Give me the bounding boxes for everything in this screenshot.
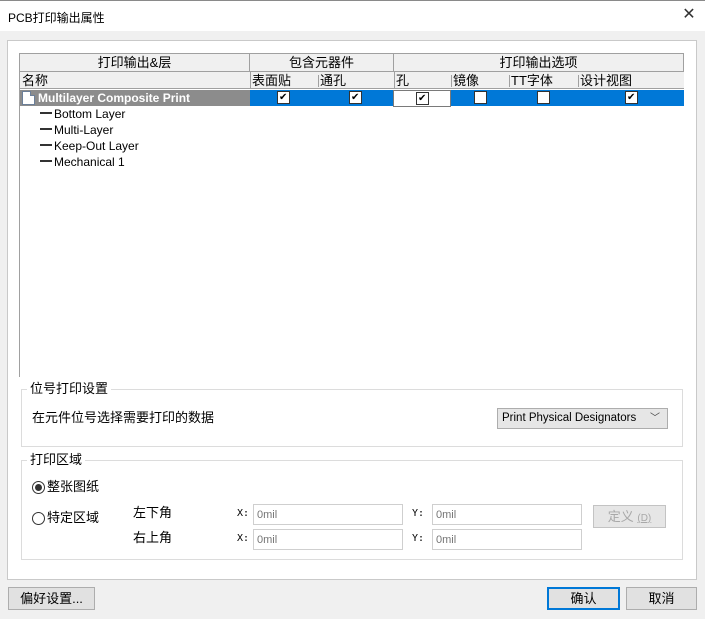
content-panel: 打印输出&层 包含元器件 打印输出选项 名称 表面贴 通孔 孔 镜像 TT字体 … [7, 40, 697, 580]
layer-item[interactable]: Mechanical 1 [40, 154, 125, 170]
through-hole-checkbox[interactable] [349, 91, 362, 104]
lower-left-x-input[interactable] [253, 504, 403, 525]
group-header-components: 包含元器件 [250, 54, 394, 71]
group-header-options: 打印输出选项 [394, 54, 684, 71]
dialog-client: 打印输出&层 包含元器件 打印输出选项 名称 表面贴 通孔 孔 镜像 TT字体 … [0, 31, 705, 619]
lower-left-y-input[interactable] [432, 504, 582, 525]
design-view-checkbox[interactable] [625, 91, 638, 104]
grid-column-header: 名称 表面贴 通孔 孔 镜像 TT字体 设计视图 [20, 72, 684, 89]
mirror-checkbox[interactable] [474, 91, 487, 104]
upper-right-x-input[interactable] [253, 529, 403, 550]
chevron-down-icon: ﹀ [650, 413, 660, 424]
define-button-label: 定义 [607, 509, 634, 524]
grid-group-header: 打印输出&层 包含元器件 打印输出选项 [20, 54, 684, 72]
layer-dash-icon [40, 127, 52, 130]
layer-name: Keep-Out Layer [54, 139, 139, 153]
upper-right-y-input[interactable] [432, 529, 582, 550]
printout-name-cell[interactable]: Multilayer Composite Print [20, 90, 250, 106]
specific-area-label[interactable]: 特定区域 [47, 509, 99, 527]
upper-right-y-label: Y: [412, 533, 425, 544]
layer-item[interactable]: Bottom Layer [40, 106, 125, 122]
define-button-accelerator: (D) [637, 513, 652, 524]
cancel-button[interactable]: 取消 [626, 587, 697, 610]
preferences-button[interactable]: 偏好设置... [8, 587, 95, 610]
col-header-name[interactable]: 名称 [20, 72, 48, 88]
printout-name: Multilayer Composite Print [38, 91, 191, 105]
col-header-through-hole[interactable]: 通孔 [318, 72, 346, 88]
layer-name: Multi-Layer [54, 123, 114, 137]
designator-legend: 位号打印设置 [27, 380, 112, 398]
layer-dash-icon [40, 111, 52, 114]
layer-dash-icon [40, 143, 52, 146]
col-header-tt-font[interactable]: TT字体 [509, 72, 553, 88]
define-button[interactable]: 定义 (D) [593, 505, 666, 528]
tt-font-checkbox[interactable] [537, 91, 550, 104]
upper-right-x-label: X: [237, 533, 250, 544]
col-header-smd[interactable]: 表面贴 [250, 72, 291, 88]
designator-select[interactable]: Print Physical Designators ﹀ [497, 408, 668, 429]
close-icon[interactable]: ✕ [681, 6, 697, 24]
lower-left-label: 左下角 [133, 505, 173, 520]
upper-right-label: 右上角 [133, 530, 173, 545]
window-title: PCB打印输出属性 [8, 11, 105, 25]
document-icon [22, 91, 35, 105]
specific-area-radio[interactable] [32, 512, 45, 525]
col-header-design-view[interactable]: 设计视图 [578, 72, 632, 88]
layer-item[interactable]: Keep-Out Layer [40, 138, 139, 154]
designator-label: 在元件位号选择需要打印的数据 [32, 410, 215, 425]
smd-checkbox[interactable] [277, 91, 290, 104]
ok-button[interactable]: 确认 [547, 587, 620, 610]
lower-left-x-label: X: [237, 508, 250, 519]
lower-left-y-label: Y: [412, 508, 425, 519]
print-area-group: 打印区域 整张图纸 特定区域 左下角 X: Y: 右上角 X: Y: 定义 (D… [21, 451, 683, 560]
whole-sheet-label[interactable]: 整张图纸 [47, 478, 99, 496]
title-bar: PCB打印输出属性 ✕ [0, 0, 705, 31]
print-area-legend: 打印区域 [27, 451, 86, 469]
designator-settings-group: 位号打印设置 在元件位号选择需要打印的数据 Print Physical Des… [21, 380, 683, 447]
layer-name: Bottom Layer [54, 107, 126, 121]
whole-sheet-radio[interactable] [32, 481, 45, 494]
designator-select-value: Print Physical Designators [502, 412, 637, 424]
layer-name: Mechanical 1 [54, 155, 125, 169]
holes-checkbox[interactable] [416, 92, 429, 105]
col-header-mirror[interactable]: 镜像 [451, 72, 479, 88]
layer-item[interactable]: Multi-Layer [40, 122, 113, 138]
printout-grid: 打印输出&层 包含元器件 打印输出选项 名称 表面贴 通孔 孔 镜像 TT字体 … [19, 53, 684, 377]
layer-dash-icon [40, 159, 52, 162]
printout-row[interactable]: Multilayer Composite Print [20, 90, 684, 107]
col-header-holes[interactable]: 孔 [394, 72, 409, 88]
group-header-printout-layers: 打印输出&层 [20, 54, 250, 71]
